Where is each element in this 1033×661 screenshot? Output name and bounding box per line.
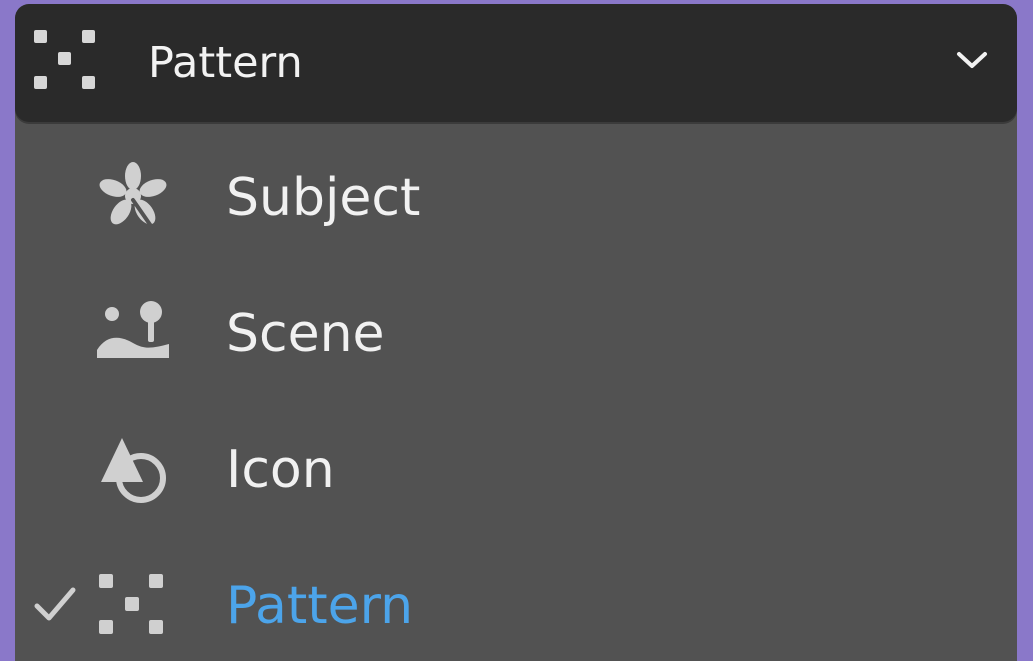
- dropdown-option-pattern[interactable]: Pattern: [15, 538, 1017, 661]
- dropdown-option-label: Scene: [226, 304, 385, 364]
- icon-icon: [101, 438, 166, 503]
- pattern-dropdown: Pattern Subject Scene Icon Pattern: [15, 4, 1017, 661]
- scene-icon: [97, 301, 169, 358]
- dropdown-option-label: Icon: [226, 440, 335, 500]
- dropdown-option-label: Pattern: [226, 576, 414, 636]
- dropdown-option-icon[interactable]: Icon: [15, 402, 1017, 532]
- dropdown-selected-label: Pattern: [148, 38, 303, 88]
- dropdown-header[interactable]: Pattern: [15, 4, 1017, 122]
- dropdown-option-scene[interactable]: Scene: [15, 266, 1017, 396]
- dropdown-option-label: Subject: [226, 168, 421, 228]
- dropdown-option-subject[interactable]: Subject: [15, 130, 1017, 260]
- checkmark-icon: [34, 587, 76, 621]
- chevron-down-icon[interactable]: [955, 48, 989, 72]
- subject-icon: [99, 162, 167, 228]
- pattern-icon: [99, 574, 163, 634]
- pattern-icon: [34, 30, 95, 89]
